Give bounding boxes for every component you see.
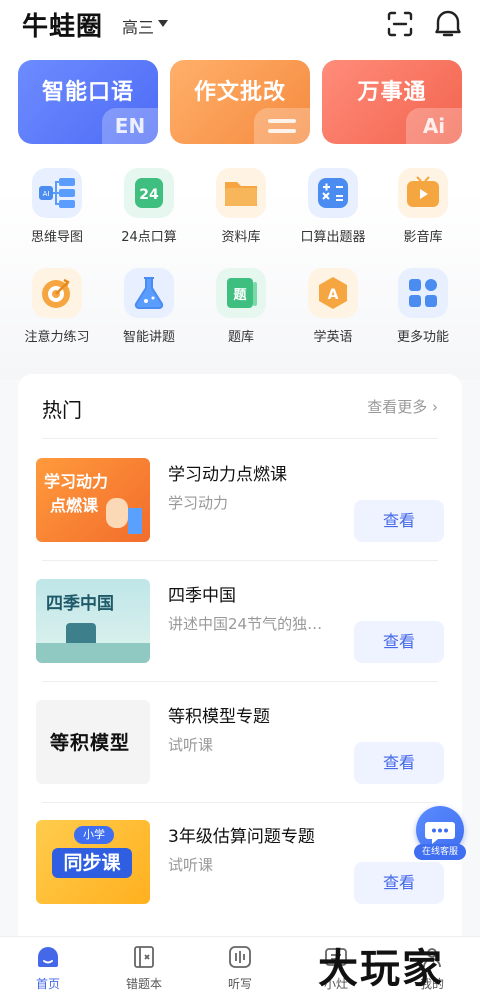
- view-more-link[interactable]: 查看更多 ›: [367, 396, 438, 417]
- english-icon: A: [308, 268, 358, 318]
- course-title: 3年级估算问题专题: [168, 827, 315, 847]
- thumb-text: 同步课: [52, 848, 132, 878]
- divider: [42, 681, 438, 682]
- nav-label: 错题本: [125, 977, 162, 991]
- tool-label: 资料库: [221, 230, 261, 245]
- notification-icon[interactable]: [434, 9, 462, 39]
- course-item[interactable]: 小学 同步课 3年级估算问题专题 试听课 查看: [18, 820, 462, 940]
- tool-label: 24点口算: [121, 230, 177, 245]
- tool-english[interactable]: A 学英语: [290, 268, 376, 348]
- hot-panel: 热门 查看更多 › 学习动力 点燃课 学习动力点燃课 学习动力 查看 四季中国 …: [18, 374, 462, 996]
- online-service-label: 在线客服: [414, 844, 466, 860]
- thumb-text: 点燃课: [50, 496, 99, 515]
- course-subtitle: 试听课: [168, 856, 214, 874]
- course-thumbnail: 小学 同步课: [36, 820, 150, 904]
- svg-text:A: A: [328, 287, 339, 303]
- mistake-book-icon: [132, 945, 156, 969]
- hot-title: 热门: [42, 398, 82, 422]
- online-service-button[interactable]: 在线客服: [414, 806, 466, 860]
- video-icon: [398, 168, 448, 218]
- know-all-card[interactable]: 万事通 Ai: [322, 60, 462, 144]
- landscape-illustration: [36, 643, 150, 663]
- app-header: 牛蛙圈 高三: [0, 0, 480, 52]
- thumb-text: 小学: [74, 826, 114, 844]
- character-illustration: [106, 498, 128, 528]
- essay-correction-label: 作文批改: [193, 80, 286, 105]
- course-subtitle: 讲述中国24节气的独…: [168, 615, 323, 633]
- divider: [42, 560, 438, 561]
- tool-label: 智能讲题: [122, 330, 175, 345]
- course-thumbnail: 学习动力 点燃课: [36, 458, 150, 542]
- course-subtitle: 试听课: [168, 736, 214, 754]
- mindmap-icon: AI: [32, 168, 82, 218]
- view-button[interactable]: 查看: [354, 621, 444, 663]
- chevron-right-icon: ›: [432, 398, 438, 416]
- grade-selector[interactable]: 高三: [122, 14, 154, 38]
- thumb-text: 四季中国: [46, 594, 114, 614]
- tool-label: 口算出题器: [300, 230, 366, 245]
- home-icon: [36, 945, 60, 969]
- course-thumbnail: 四季中国: [36, 579, 150, 663]
- tool-media[interactable]: 影音库: [380, 168, 466, 248]
- lines-badge-icon: [254, 108, 310, 144]
- essay-correction-card[interactable]: 作文批改: [170, 60, 310, 144]
- svg-text:24: 24: [139, 187, 159, 203]
- smart-oral-label: 智能口语: [41, 80, 134, 105]
- tool-label: 影音库: [403, 230, 443, 245]
- tool-calc-generator[interactable]: 口算出题器: [290, 168, 376, 248]
- course-title: 四季中国: [168, 586, 236, 606]
- divider: [42, 802, 438, 803]
- tool-mindmap[interactable]: AI 思维导图: [14, 168, 100, 248]
- course-title: 等积模型专题: [168, 707, 270, 727]
- tool-more[interactable]: 更多功能: [380, 268, 466, 348]
- ai-badge: Ai: [406, 108, 462, 144]
- twenty-four-icon: 24: [124, 168, 174, 218]
- nav-dictation[interactable]: 听写: [192, 937, 288, 996]
- tool-attention[interactable]: 注意力练习: [14, 268, 100, 348]
- nav-home[interactable]: 首页: [0, 937, 96, 996]
- divider: [42, 438, 438, 439]
- course-subtitle: 学习动力: [168, 494, 229, 512]
- tool-smart-explain[interactable]: 智能讲题: [106, 268, 192, 348]
- tool-24-points[interactable]: 24 24点口算: [106, 168, 192, 248]
- tool-label: 注意力练习: [24, 330, 90, 345]
- folder-icon: [216, 168, 266, 218]
- app-title: 牛蛙圈: [22, 12, 104, 42]
- nav-mistake-book[interactable]: 错题本: [96, 937, 192, 996]
- nav-label: 听写: [227, 977, 252, 991]
- course-title: 学习动力点燃课: [168, 465, 287, 485]
- view-button[interactable]: 查看: [354, 500, 444, 542]
- more-apps-icon: [398, 268, 448, 318]
- tool-label: 思维导图: [30, 230, 83, 245]
- scan-icon[interactable]: [386, 10, 414, 38]
- watermark: 大玩家: [318, 945, 444, 992]
- tool-label: 题库: [227, 330, 254, 345]
- tool-label: 学英语: [313, 330, 353, 345]
- view-more-label: 查看更多: [367, 398, 428, 416]
- en-badge: EN: [102, 108, 158, 144]
- thumb-text: 等积模型: [50, 732, 131, 754]
- view-button[interactable]: 查看: [354, 862, 444, 904]
- smart-oral-card[interactable]: 智能口语 EN: [18, 60, 158, 144]
- caret-down-icon[interactable]: [158, 20, 168, 27]
- tool-resources[interactable]: 资料库: [198, 168, 284, 248]
- tool-question-bank[interactable]: 题 题库: [198, 268, 284, 348]
- thumb-text: 学习动力: [44, 472, 109, 491]
- target-icon: [32, 268, 82, 318]
- view-button[interactable]: 查看: [354, 742, 444, 784]
- nav-label: 首页: [35, 977, 60, 991]
- course-thumbnail: 等积模型: [36, 700, 150, 784]
- svg-text:题: 题: [233, 288, 247, 303]
- svg-text:AI: AI: [43, 190, 50, 198]
- books-illustration: [128, 508, 142, 534]
- know-all-label: 万事通: [357, 80, 427, 105]
- dictation-icon: [228, 945, 252, 969]
- tool-label: 更多功能: [396, 330, 449, 345]
- calculator-icon: [308, 168, 358, 218]
- question-bank-icon: 题: [216, 268, 266, 318]
- flask-icon: [124, 268, 174, 318]
